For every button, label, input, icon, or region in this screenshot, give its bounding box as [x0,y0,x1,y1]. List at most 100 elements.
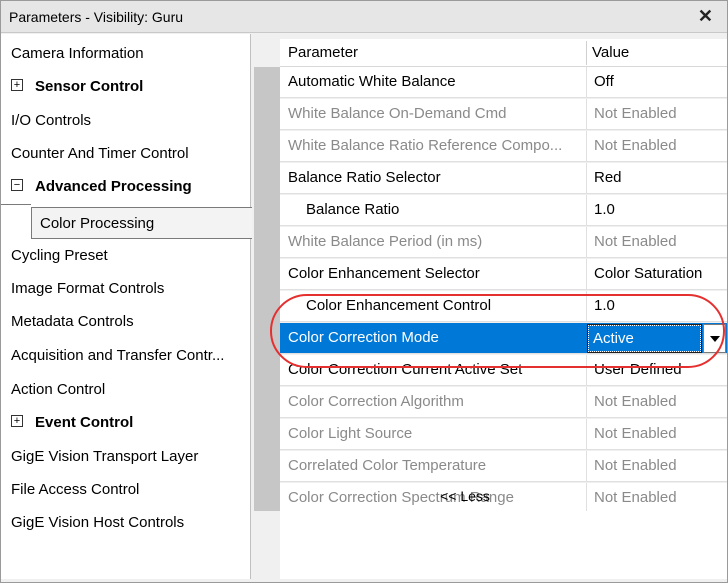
parameter-row[interactable]: Color Correction Current Active Set User … [280,355,727,386]
tree-item-label: Action Control [11,381,106,398]
tree-item-label: Sensor Control [35,78,144,95]
cell-divider [586,323,587,353]
tree-item-label: GigE Vision Host Controls [11,514,185,531]
parameter-name: Color Correction Algorithm [288,393,464,410]
tree-item-gige-vision-host-controls[interactable]: GigE Vision Host Controls [1,507,251,539]
parameter-value[interactable]: Red [594,163,724,193]
tree-item-action-control[interactable]: Action Control [1,374,251,406]
tree-item-label: GigE Vision Transport Layer [11,448,199,465]
parameter-row[interactable]: Automatic White Balance Off [280,67,727,98]
parameter-name: Color Enhancement Selector [288,265,480,282]
tree-item-i-o-controls[interactable]: I/O Controls [1,105,251,137]
grid-empty-area [280,511,727,579]
cell-divider [586,291,587,321]
tree-item-acquisition-and-transfer-contr[interactable]: Acquisition and Transfer Contr... [1,340,251,372]
parameter-row[interactable]: Color Correction Algorithm Not Enabled [280,387,727,418]
parameter-name: Color Correction Current Active Set [288,361,523,378]
tree-item-image-format-controls[interactable]: Image Format Controls [1,273,251,305]
tree-item-event-control[interactable]: + Event Control [1,407,251,439]
cell-divider [586,67,587,97]
column-divider[interactable] [586,41,587,65]
parameters-window: Parameters - Visibility: Guru ✕ Camera I… [0,0,728,583]
tree-item-label: Cycling Preset [11,247,108,264]
tree-group-divider [1,204,31,205]
tree-item-file-access-control[interactable]: File Access Control [1,474,251,506]
parameter-value[interactable]: User Defined [594,355,724,385]
category-tree: Camera Information + Sensor Control I/O Con… [1,34,252,579]
parameter-value[interactable]: 1.0 [594,291,724,321]
parameter-row[interactable]: Color Correction Mode Active [280,323,727,354]
parameter-name: Automatic White Balance [288,73,456,90]
parameter-value: Not Enabled [594,393,677,410]
cell-divider [586,355,587,385]
parameter-value: Not Enabled [594,137,677,154]
parameter-row[interactable]: Balance Ratio 1.0 [280,195,727,226]
tree-item-metadata-controls[interactable]: Metadata Controls [1,306,251,338]
parameter-name: Balance Ratio [306,201,400,218]
parameter-name: Balance Ratio Selector [288,169,441,186]
parameter-row[interactable]: White Balance Period (in ms) Not Enabled [280,227,727,258]
parameter-row[interactable]: Correlated Color Temperature Not Enabled [280,451,727,482]
parameter-name: Color Correction Mode [288,329,439,346]
parameter-value: Not Enabled [594,105,677,122]
tree-item-label: File Access Control [11,481,140,498]
parameter-value: Not Enabled [594,457,677,474]
expand-icon[interactable]: + [11,79,23,92]
parameter-row[interactable]: Balance Ratio Selector Red [280,163,727,194]
cell-divider [586,99,587,129]
tree-item-gige-vision-transport-layer[interactable]: GigE Vision Transport Layer [1,441,251,473]
tree-item-label: Event Control [35,414,134,431]
parameter-row[interactable]: White Balance On-Demand Cmd Not Enabled [280,99,727,130]
tree-item-camera-information[interactable]: Camera Information [1,38,251,70]
title-bar: Parameters - Visibility: Guru ✕ [1,1,727,33]
parameter-row[interactable]: Color Enhancement Control 1.0 [280,291,727,322]
less-link[interactable]: << Less [280,483,650,509]
tree-item-label: Image Format Controls [11,280,165,297]
collapse-icon[interactable]: − [11,179,23,192]
cell-divider [586,195,587,225]
cell-divider [586,163,587,193]
tree-item-cycling-preset[interactable]: Cycling Preset [1,240,251,272]
tree-item-label: Camera Information [11,45,144,62]
row-gutter [254,67,280,511]
color-correction-mode-dropdown[interactable]: Active [587,324,702,353]
parameter-value[interactable]: 1.0 [594,195,724,225]
parameter-value[interactable]: Color Saturation [594,259,724,289]
tree-item-label: I/O Controls [11,112,92,129]
parameter-name: Color Enhancement Control [306,297,492,314]
column-header-parameter[interactable]: Parameter [288,39,358,67]
dropdown-button[interactable] [703,324,726,353]
cell-divider [586,419,587,449]
tree-item-advanced-processing[interactable]: − Advanced Processing [1,171,251,203]
tree-item-label: Color Processing [40,215,155,232]
tree-item-label: Counter And Timer Control [11,145,189,162]
parameter-row[interactable]: Color Enhancement Selector Color Saturati… [280,259,727,290]
chevron-down-icon [710,336,720,342]
parameter-value: Not Enabled [594,233,677,250]
close-icon[interactable]: ✕ [698,6,713,27]
parameter-value[interactable]: Off [594,67,724,97]
cell-divider [586,259,587,289]
parameter-name: Color Light Source [288,425,413,442]
parameter-name: Correlated Color Temperature [288,457,487,474]
window-title: Parameters - Visibility: Guru [9,9,184,25]
parameter-name: White Balance Period (in ms) [288,233,483,250]
tree-item-label: Advanced Processing [35,178,192,195]
parameter-name: White Balance Ratio Reference Compo... [288,137,563,154]
cell-divider [586,227,587,257]
parameter-row[interactable]: Color Light Source Not Enabled [280,419,727,450]
tree-item-sensor-control[interactable]: + Sensor Control [1,71,251,103]
expand-icon[interactable]: + [11,415,23,428]
tree-item-color-processing[interactable]: Color Processing [31,207,252,239]
cell-divider [586,451,587,481]
column-header-value[interactable]: Value [592,39,629,67]
parameter-row[interactable]: White Balance Ratio Reference Compo... No… [280,131,727,162]
tree-item-counter-and-timer-control[interactable]: Counter And Timer Control [1,138,251,170]
cell-divider [586,387,587,417]
grid-header: Parameter Value [280,39,727,67]
tree-item-label: Metadata Controls [11,313,134,330]
parameter-name: White Balance On-Demand Cmd [288,105,507,122]
parameter-value: Not Enabled [594,425,677,442]
cell-divider [586,131,587,161]
tree-item-label: Acquisition and Transfer Contr... [11,347,225,364]
